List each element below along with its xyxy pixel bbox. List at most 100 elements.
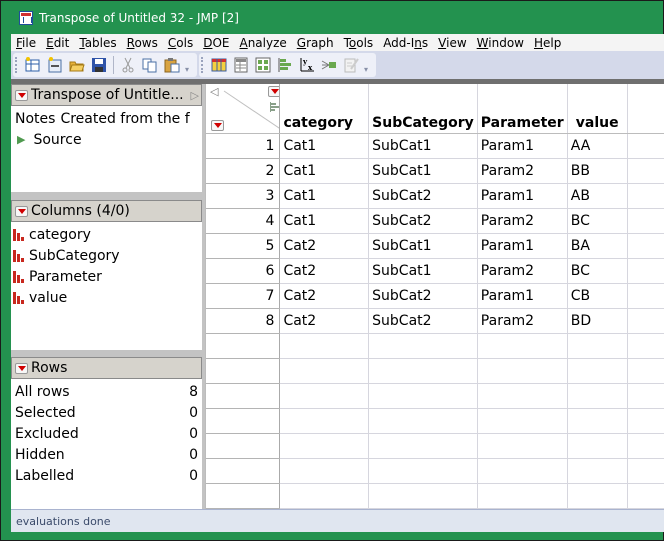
data-cell[interactable]: Param1 [477, 233, 568, 259]
data-cell[interactable]: Param2 [477, 208, 568, 234]
menu-analyze[interactable]: Analyze [234, 36, 291, 50]
copy-icon[interactable] [141, 56, 159, 74]
data-cell[interactable]: AB [567, 183, 629, 209]
open-folder-icon[interactable] [68, 56, 86, 74]
data-cell[interactable]: SubCat2 [368, 183, 478, 209]
notes-value[interactable]: Created from the f [60, 111, 189, 127]
data-table-icon[interactable] [210, 56, 228, 74]
red-triangle-menu-icon[interactable] [15, 205, 28, 217]
empty-cell[interactable] [627, 483, 664, 509]
row-number[interactable]: 2 [206, 158, 281, 184]
empty-cell[interactable] [567, 358, 629, 384]
empty-cell[interactable] [627, 208, 664, 234]
empty-column-header[interactable] [627, 84, 664, 134]
empty-cell[interactable] [477, 358, 568, 384]
data-cell[interactable]: Param1 [477, 283, 568, 309]
red-triangle-menu-icon[interactable] [15, 89, 28, 101]
row-number[interactable] [206, 333, 281, 359]
menu-tables[interactable]: Tables [74, 36, 121, 50]
toolbar-overflow-icon[interactable]: ▾ [185, 56, 193, 74]
data-cell[interactable]: Cat1 [279, 183, 370, 209]
column-list-item[interactable]: value [13, 287, 198, 308]
distribution-icon[interactable] [276, 56, 294, 74]
data-cell[interactable]: Param2 [477, 258, 568, 284]
new-data-table-icon[interactable] [24, 56, 42, 74]
empty-cell[interactable] [279, 458, 370, 484]
red-triangle-menu-icon[interactable] [15, 362, 28, 374]
row-number[interactable] [206, 458, 281, 484]
empty-cell[interactable] [627, 458, 664, 484]
empty-cell[interactable] [567, 383, 629, 409]
empty-cell[interactable] [368, 333, 478, 359]
data-cell[interactable]: BA [567, 233, 629, 259]
empty-cell[interactable] [279, 333, 370, 359]
row-number[interactable]: 7 [206, 283, 281, 309]
data-cell[interactable]: SubCat2 [368, 308, 478, 334]
row-number[interactable]: 1 [206, 133, 281, 159]
empty-cell[interactable] [477, 433, 568, 459]
row-stat[interactable]: Labelled 0 [15, 465, 198, 486]
empty-cell[interactable] [627, 158, 664, 184]
column-selector-icon[interactable] [270, 100, 279, 112]
row-number[interactable]: 3 [206, 183, 281, 209]
new-script-icon[interactable] [46, 56, 64, 74]
data-cell[interactable]: Param2 [477, 308, 568, 334]
empty-cell[interactable] [567, 408, 629, 434]
data-cell[interactable]: SubCat2 [368, 208, 478, 234]
empty-cell[interactable] [567, 333, 629, 359]
row-stat[interactable]: Selected 0 [15, 402, 198, 423]
toolbar-overflow-icon[interactable]: ▾ [364, 56, 372, 74]
column-header[interactable]: Parameter [477, 84, 568, 134]
data-cell[interactable]: Param1 [477, 133, 568, 159]
empty-cell[interactable] [567, 458, 629, 484]
data-cell[interactable]: SubCat1 [368, 158, 478, 184]
menu-tools[interactable]: Tools [339, 36, 379, 50]
data-cell[interactable]: AA [567, 133, 629, 159]
rows-panel-header[interactable]: Rows [11, 357, 202, 379]
paste-icon[interactable] [163, 56, 181, 74]
row-number[interactable] [206, 358, 281, 384]
empty-cell[interactable] [368, 358, 478, 384]
empty-cell[interactable] [627, 433, 664, 459]
collapse-panel-icon[interactable]: ▷ [191, 89, 199, 102]
data-cell[interactable]: Cat1 [279, 208, 370, 234]
toolbar-grip[interactable] [201, 57, 204, 73]
menu-help[interactable]: Help [529, 36, 566, 50]
empty-cell[interactable] [279, 408, 370, 434]
menu-view[interactable]: View [433, 36, 471, 50]
empty-cell[interactable] [368, 483, 478, 509]
empty-cell[interactable] [627, 333, 664, 359]
row-number[interactable]: 8 [206, 308, 281, 334]
empty-cell[interactable] [627, 383, 664, 409]
row-number[interactable]: 4 [206, 208, 281, 234]
empty-cell[interactable] [477, 483, 568, 509]
row-number[interactable]: 6 [206, 258, 281, 284]
row-stat[interactable]: All rows 8 [15, 381, 198, 402]
row-number[interactable] [206, 433, 281, 459]
data-cell[interactable]: Param2 [477, 158, 568, 184]
empty-cell[interactable] [627, 408, 664, 434]
empty-cell[interactable] [627, 233, 664, 259]
data-cell[interactable]: Cat1 [279, 133, 370, 159]
data-cell[interactable]: Cat2 [279, 283, 370, 309]
empty-cell[interactable] [567, 483, 629, 509]
data-cell[interactable]: SubCat1 [368, 133, 478, 159]
menu-file[interactable]: File [11, 36, 41, 50]
empty-cell[interactable] [279, 483, 370, 509]
tabulate-icon[interactable] [232, 56, 250, 74]
empty-cell[interactable] [627, 308, 664, 334]
empty-cell[interactable] [279, 433, 370, 459]
row-stat[interactable]: Hidden 0 [15, 444, 198, 465]
empty-cell[interactable] [279, 383, 370, 409]
empty-cell[interactable] [368, 408, 478, 434]
empty-cell[interactable] [627, 283, 664, 309]
column-list-item[interactable]: Parameter [13, 266, 198, 287]
menu-cols[interactable]: Cols [163, 36, 198, 50]
empty-cell[interactable] [477, 383, 568, 409]
data-cell[interactable]: SubCat1 [368, 233, 478, 259]
data-cell[interactable]: Cat1 [279, 158, 370, 184]
empty-cell[interactable] [567, 433, 629, 459]
empty-cell[interactable] [627, 133, 664, 159]
rows-red-triangle-icon[interactable] [211, 120, 224, 131]
data-cell[interactable]: SubCat2 [368, 283, 478, 309]
